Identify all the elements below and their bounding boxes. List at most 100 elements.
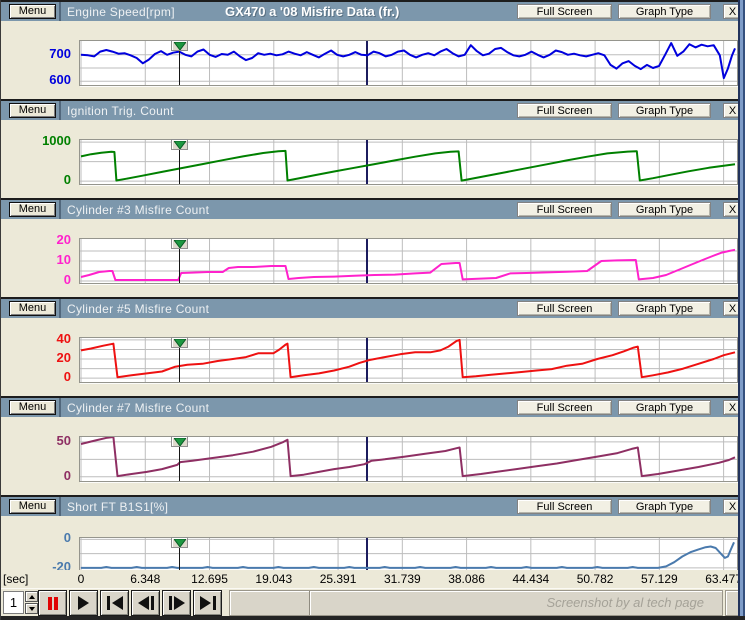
window-right-frame xyxy=(738,0,745,620)
status-bar: Screenshot by al tech page xyxy=(229,590,723,616)
panel-engine-speed: Menu Engine Speed[rpm] GX470 a '08 Misfi… xyxy=(1,0,739,99)
panel-title: Cylinder #3 Misfire Count xyxy=(67,203,209,217)
window-bottom-frame xyxy=(1,616,745,620)
play-icon xyxy=(78,596,89,610)
y-tick-label: 20 xyxy=(57,232,71,247)
y-axis: 10000 xyxy=(1,139,75,185)
header-divider xyxy=(59,299,61,318)
cursor-handle[interactable] xyxy=(171,139,188,150)
y-axis: 40200 xyxy=(1,337,75,383)
cursor-triangle-icon xyxy=(174,42,186,50)
cursor-line[interactable] xyxy=(179,49,180,85)
play-button[interactable] xyxy=(69,590,98,616)
full-screen-button[interactable]: Full Screen xyxy=(517,499,612,514)
header-divider xyxy=(59,101,61,120)
jump-start-button[interactable] xyxy=(100,590,129,616)
y-axis: 20100 xyxy=(1,238,75,284)
time-unit-label: [sec] xyxy=(3,572,28,586)
step-forward-button[interactable] xyxy=(162,590,191,616)
x-tick-label: 0 xyxy=(78,572,85,586)
cursor-line[interactable] xyxy=(179,247,180,283)
panel-short-ft: Menu Short FT B1S1[%] Full Screen Graph … xyxy=(1,495,739,570)
spinner-up-icon[interactable] xyxy=(25,591,38,602)
full-screen-button[interactable]: Full Screen xyxy=(517,4,612,19)
cursor-triangle-icon xyxy=(174,539,186,547)
cursor-line[interactable] xyxy=(179,546,180,570)
panel-cylinder-3-misfire: Menu Cylinder #3 Misfire Count Full Scre… xyxy=(1,198,739,297)
pause-button[interactable] xyxy=(38,590,67,616)
speed-spinner-value[interactable]: 1 xyxy=(3,591,24,614)
menu-button[interactable]: Menu xyxy=(9,301,56,316)
graph-type-button[interactable]: Graph Type xyxy=(618,400,711,415)
menu-button[interactable]: Menu xyxy=(9,103,56,118)
y-tick-label: 10 xyxy=(57,252,71,267)
y-axis: 50 0 xyxy=(1,436,75,482)
step-back-button[interactable] xyxy=(131,590,160,616)
menu-button[interactable]: Menu xyxy=(9,400,56,415)
graph-type-button[interactable]: Graph Type xyxy=(618,202,711,217)
panel-cylinder-7-misfire: Menu Cylinder #7 Misfire Count Full Scre… xyxy=(1,396,739,495)
status-bar-end-cap xyxy=(725,590,739,616)
status-bar-divider xyxy=(309,591,310,615)
panel-header: Menu Ignition Trig. Count Full Screen Gr… xyxy=(1,101,739,120)
panel-header: Menu Cylinder #3 Misfire Count Full Scre… xyxy=(1,200,739,219)
panel-ignition-trig-count: Menu Ignition Trig. Count Full Screen Gr… xyxy=(1,99,739,198)
cursor-line[interactable] xyxy=(179,445,180,481)
chart-plot[interactable] xyxy=(79,537,738,571)
y-tick-label: 0 xyxy=(64,272,71,287)
panel-title: Engine Speed[rpm] xyxy=(67,5,175,19)
graph-type-button[interactable]: Graph Type xyxy=(618,4,711,19)
header-divider xyxy=(59,497,61,516)
graph-type-button[interactable]: Graph Type xyxy=(618,301,711,316)
cursor-handle[interactable] xyxy=(171,337,188,348)
panel-header: Menu Cylinder #5 Misfire Count Full Scre… xyxy=(1,299,739,318)
y-tick-label: 700 xyxy=(49,46,71,61)
cursor-triangle-icon xyxy=(174,438,186,446)
panel-header: Menu Short FT B1S1[%] Full Screen Graph … xyxy=(1,497,739,516)
x-tick-label: 44.434 xyxy=(512,572,549,586)
menu-button[interactable]: Menu xyxy=(9,4,56,19)
x-tick-label: 12.695 xyxy=(191,572,228,586)
credit-text: Screenshot by al tech page xyxy=(546,595,704,610)
x-tick-label: 6.348 xyxy=(130,572,160,586)
chart-plot[interactable] xyxy=(79,436,738,482)
pause-icon xyxy=(48,597,52,610)
chart-plot[interactable] xyxy=(79,139,738,185)
panel-cylinder-5-misfire: Menu Cylinder #5 Misfire Count Full Scre… xyxy=(1,297,739,396)
y-tick-label: 40 xyxy=(57,331,71,346)
chart-plot[interactable] xyxy=(79,337,738,383)
graph-type-button[interactable]: Graph Type xyxy=(618,499,711,514)
y-tick-label: 0 xyxy=(64,369,71,384)
full-screen-button[interactable]: Full Screen xyxy=(517,301,612,316)
cursor-handle[interactable] xyxy=(171,40,188,51)
menu-button[interactable]: Menu xyxy=(9,499,56,514)
spinner-down-icon[interactable] xyxy=(25,603,38,614)
app-window: Menu Engine Speed[rpm] GX470 a '08 Misfi… xyxy=(0,0,745,620)
header-divider xyxy=(59,398,61,417)
x-tick-label: 57.129 xyxy=(641,572,678,586)
y-tick-label: 50 xyxy=(57,433,71,448)
chart-plot[interactable] xyxy=(79,40,738,86)
header-divider xyxy=(59,200,61,219)
y-tick-label: 0 xyxy=(64,530,71,545)
full-screen-button[interactable]: Full Screen xyxy=(517,400,612,415)
menu-button[interactable]: Menu xyxy=(9,202,56,217)
y-tick-label: 0 xyxy=(64,468,71,483)
cursor-handle[interactable] xyxy=(171,537,188,548)
header-divider xyxy=(59,2,61,21)
graph-type-button[interactable]: Graph Type xyxy=(618,103,711,118)
x-tick-label: 25.391 xyxy=(320,572,357,586)
jump-end-button[interactable] xyxy=(193,590,222,616)
step-back-icon xyxy=(138,596,149,610)
full-screen-button[interactable]: Full Screen xyxy=(517,202,612,217)
cursor-handle[interactable] xyxy=(171,436,188,447)
chart-plot[interactable] xyxy=(79,238,738,284)
x-tick-label: 63.477 xyxy=(705,572,742,586)
cursor-line[interactable] xyxy=(179,346,180,382)
x-tick-label: 50.782 xyxy=(577,572,614,586)
full-screen-button[interactable]: Full Screen xyxy=(517,103,612,118)
panel-title: Cylinder #7 Misfire Count xyxy=(67,401,209,415)
cursor-line[interactable] xyxy=(179,148,180,184)
cursor-triangle-icon xyxy=(174,141,186,149)
cursor-handle[interactable] xyxy=(171,238,188,249)
